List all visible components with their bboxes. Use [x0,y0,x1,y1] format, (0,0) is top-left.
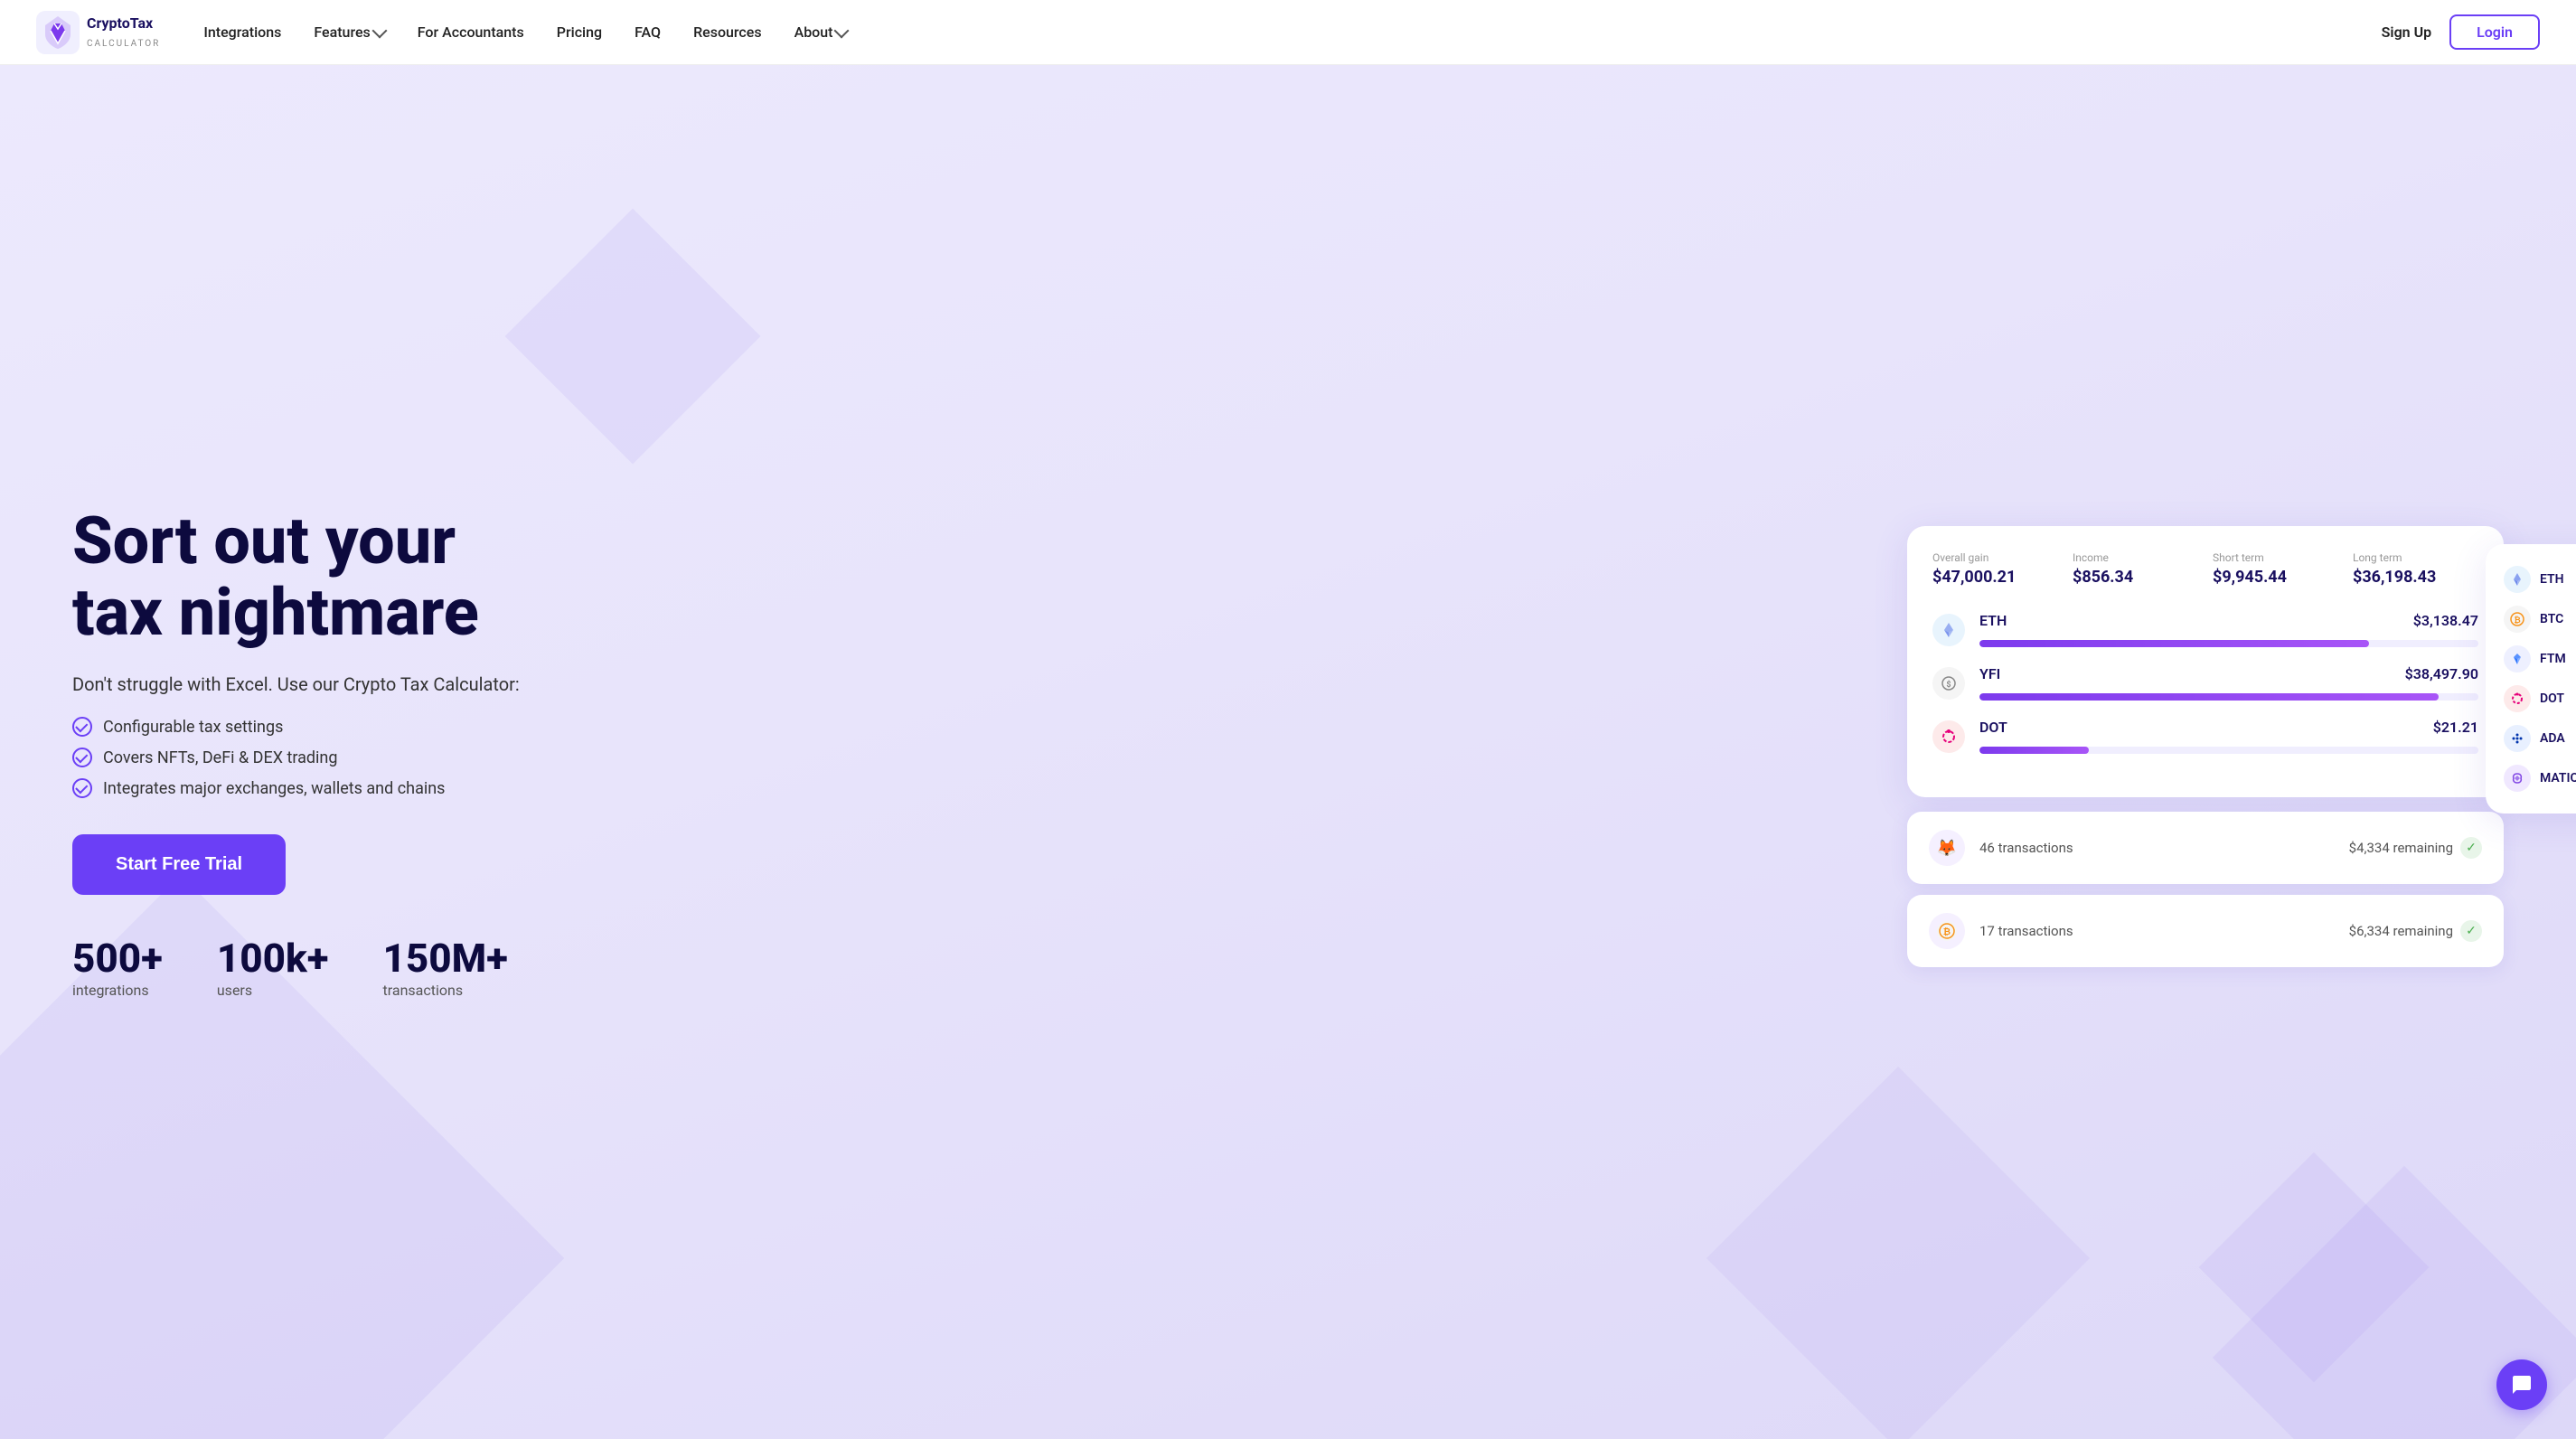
main-dashboard-card: Overall gain $47,000.21 Income $856.34 S… [1907,526,2504,797]
yfi-progress-fill [1979,693,2439,701]
panel-dot-icon [2504,685,2531,712]
yfi-icon: $ [1932,667,1965,700]
nav-about[interactable]: About [794,24,848,41]
right-panel: ETH 881.88% ₿ BTC 32.16% FTM [2486,544,2576,814]
hero-features-list: Configurable tax settings Covers NFTs, D… [72,717,615,798]
coin-row-yfi: $ YFI $38,497.90 [1932,665,2478,701]
panel-ftm-icon [2504,645,2531,672]
dashboard-wrapper: Overall gain $47,000.21 Income $856.34 S… [1907,526,2504,978]
hero-left: Sort out your tax nightmare Don't strugg… [72,505,615,999]
tx-check-icon-1: ✓ [2460,837,2482,859]
summary-row: Overall gain $47,000.21 Income $856.34 S… [1932,551,2478,587]
dot-icon [1932,720,1965,753]
nav-integrations[interactable]: Integrations [203,24,281,41]
panel-eth-row: ETH 881.88% [2504,566,2576,593]
check-icon-1 [72,717,92,737]
nav-actions: Sign Up Login [2382,14,2540,50]
coin-row-dot: DOT $21.21 [1932,719,2478,754]
hero-right: Overall gain $47,000.21 Income $856.34 S… [615,526,2504,978]
hero-stats: 500+ integrations 100k+ users 150M+ tran… [72,938,615,999]
panel-btc-icon: ₿ [2504,606,2531,633]
features-chevron-icon [371,23,387,38]
signup-link[interactable]: Sign Up [2382,24,2431,41]
summary-income: Income $856.34 [2073,551,2198,587]
nav-features[interactable]: Features [314,24,384,41]
eth-progress-bar [1979,640,2478,647]
stat-integrations: 500+ integrations [72,938,163,999]
start-free-trial-button[interactable]: Start Free Trial [72,834,286,895]
tx-card-fox: 🦊 46 transactions $4,334 remaining ✓ [1907,812,2504,884]
summary-overall-gain: Overall gain $47,000.21 [1932,551,2058,587]
nav-links: Integrations Features For Accountants Pr… [203,24,2381,41]
stat-users: 100k+ users [217,938,329,999]
chat-icon [2511,1374,2533,1396]
about-chevron-icon [834,23,850,38]
feature-item-1: Configurable tax settings [72,717,615,737]
panel-eth-icon [2504,566,2531,593]
summary-short-term: Short term $9,945.44 [2213,551,2338,587]
dot-progress-fill [1979,747,2089,754]
panel-matic-row: MATIC 31% [2504,765,2576,792]
eth-icon [1932,614,1965,646]
yfi-info: YFI $38,497.90 [1979,665,2478,701]
svg-text:₿: ₿ [2514,616,2520,625]
stat-transactions: 150M+ transactions [383,938,508,999]
panel-ada-row: ADA 49% [2504,725,2576,752]
fox-icon: 🦊 [1929,830,1965,866]
chat-button[interactable] [2496,1359,2547,1410]
panel-matic-icon [2504,765,2531,792]
dot-info: DOT $21.21 [1979,719,2478,754]
nav-faq[interactable]: FAQ [635,24,661,41]
svg-text:$: $ [1946,680,1951,690]
nav-resources[interactable]: Resources [693,24,762,41]
login-button[interactable]: Login [2449,14,2540,50]
check-icon-2 [72,748,92,767]
tx-card-btc: ₿ 17 transactions $6,334 remaining ✓ [1907,895,2504,967]
coin-row-eth: ETH $3,138.47 [1932,612,2478,647]
bg-diamond-3 [505,209,761,465]
dot-progress-bar [1979,747,2478,754]
yfi-progress-bar [1979,693,2478,701]
check-icon-3 [72,778,92,798]
feature-item-2: Covers NFTs, DeFi & DEX trading [72,748,615,767]
svg-text:₿: ₿ [1943,926,1951,937]
nav-for-accountants[interactable]: For Accountants [418,24,524,41]
feature-item-3: Integrates major exchanges, wallets and … [72,778,615,798]
summary-long-term: Long term $36,198.43 [2353,551,2478,587]
btc-icon: ₿ [1929,913,1965,949]
logo[interactable]: CryptoTax CALCULATOR [36,11,160,54]
tx-check-icon-2: ✓ [2460,920,2482,942]
panel-dot-row: DOT 61% [2504,685,2576,712]
tx-remaining-2: $6,334 remaining ✓ [2349,920,2482,942]
eth-info: ETH $3,138.47 [1979,612,2478,647]
tx-count-1: 46 transactions [1979,840,2073,856]
nav-pricing[interactable]: Pricing [557,24,602,41]
panel-ada-icon [2504,725,2531,752]
logo-icon [36,11,80,54]
tx-count-2: 17 transactions [1979,923,2073,939]
panel-btc-row: ₿ BTC 32.16% [2504,606,2576,633]
hero-subtitle: Don't struggle with Excel. Use our Crypt… [72,673,615,695]
panel-ftm-row: FTM 58% [2504,645,2576,672]
hero-title: Sort out your tax nightmare [72,505,615,648]
tx-remaining-1: $4,334 remaining ✓ [2349,837,2482,859]
eth-progress-fill [1979,640,2369,647]
navbar: CryptoTax CALCULATOR Integrations Featur… [0,0,2576,65]
hero-section: Sort out your tax nightmare Don't strugg… [0,65,2576,1439]
